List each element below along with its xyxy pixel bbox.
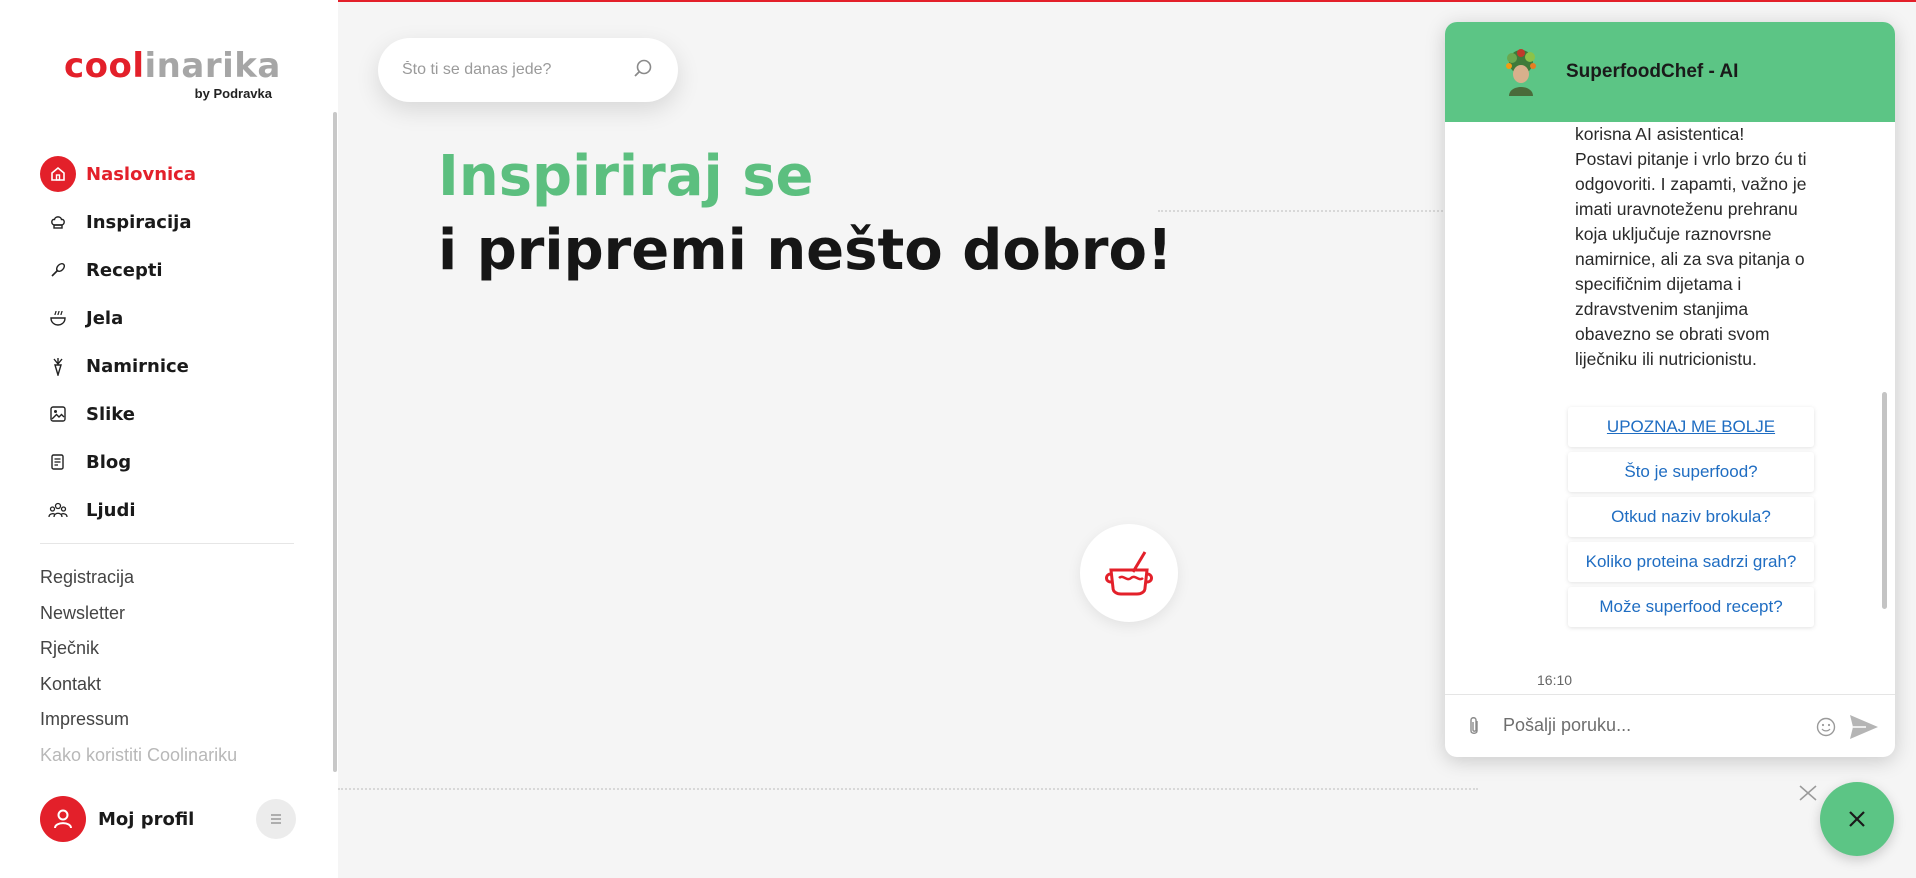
blog-icon (40, 444, 76, 480)
nav-label: Jela (86, 307, 124, 329)
quick-reply-proteini-grah[interactable]: Koliko proteina sadrzi grah? (1568, 542, 1814, 582)
message-line: obavezno se obrati svom (1575, 324, 1770, 344)
profile-label: Moj profil (98, 808, 195, 830)
sidebar: coolinarika by Podravka Naslovnica Inspi… (0, 0, 338, 878)
nav-item-ljudi[interactable]: Ljudi (40, 486, 310, 534)
bot-avatar (1500, 48, 1542, 96)
chat-messages: korisna AI asistentica! Postavi pitanje … (1445, 122, 1895, 694)
nav-item-slike[interactable]: Slike (40, 390, 310, 438)
chat-title: SuperfoodChef - AI (1566, 61, 1739, 82)
logo-wordmark-grey: inarika (144, 46, 281, 86)
secondary-links: Registracija Newsletter Rječnik Kontakt … (40, 564, 310, 777)
message-line: specifičnim dijetama i (1575, 274, 1742, 294)
nav-item-blog[interactable]: Blog (40, 438, 310, 486)
pot-loader (1080, 524, 1178, 622)
menu-toggle-button[interactable] (256, 799, 296, 839)
nav-item-namirnice[interactable]: Namirnice (40, 342, 310, 390)
close-icon (1849, 811, 1865, 827)
home-icon (40, 156, 76, 192)
link-rjecnik[interactable]: Rječnik (40, 635, 310, 671)
dish-icon (40, 300, 76, 336)
wavy-divider (338, 788, 1478, 790)
chef-hat-icon (40, 204, 76, 240)
nav-label: Recepti (86, 259, 163, 281)
logo-wordmark-red: cool (64, 46, 145, 86)
logo-wordmark: coolinarika (64, 46, 280, 86)
link-kontakt[interactable]: Kontakt (40, 671, 310, 707)
nav-item-naslovnica[interactable]: Naslovnica (40, 150, 310, 198)
nav-label: Inspiracija (86, 211, 192, 233)
vegetable-icon (40, 348, 76, 384)
send-icon[interactable] (1848, 713, 1880, 746)
quick-replies: UPOZNAJ ME BOLJE Što je superfood? Otkud… (1568, 407, 1814, 632)
whisk-icon (40, 252, 76, 288)
message-line: imati uravnoteženu prehranu (1575, 199, 1798, 219)
hamburger-icon (271, 814, 281, 824)
coolinarika-logo[interactable]: coolinarika by Podravka (64, 46, 280, 101)
message-line: odgovoriti. I zapamti, važno je (1575, 174, 1807, 194)
quick-reply-naziv-brokula[interactable]: Otkud naziv brokula? (1568, 497, 1814, 537)
message-line: koja uključuje raznovrsne (1575, 224, 1772, 244)
message-line: zdravstvenim stanjima (1575, 299, 1749, 319)
nav-label: Namirnice (86, 355, 189, 377)
cooking-pot-icon (1105, 551, 1153, 596)
nav-item-recepti[interactable]: Recepti (40, 246, 310, 294)
message-line: liječniku ili nutricionistu. (1575, 349, 1757, 369)
image-icon (40, 396, 76, 432)
message-line: korisna AI asistentica! (1575, 124, 1745, 144)
main-nav: Naslovnica Inspiracija Recepti Jela Nami… (40, 150, 310, 534)
chat-scrollbar[interactable] (1882, 392, 1887, 609)
chat-input-bar (1445, 694, 1895, 757)
nav-label: Blog (86, 451, 132, 473)
logo-subtitle: by Podravka (194, 86, 272, 101)
message-timestamp: 16:10 (1537, 672, 1573, 688)
chat-close-button[interactable] (1820, 782, 1894, 856)
link-impressum[interactable]: Impressum (40, 706, 310, 742)
emoji-icon[interactable] (1816, 717, 1836, 742)
bot-message: korisna AI asistentica! Postavi pitanje … (1575, 122, 1835, 372)
message-line: Postavi pitanje i vrlo brzo ću ti (1575, 149, 1807, 169)
hero-headline: Inspiriraj se i pripremi nešto dobro! (438, 140, 1173, 288)
nav-label: Slike (86, 403, 135, 425)
user-icon (40, 796, 86, 842)
search-box (378, 38, 678, 102)
hero-line-1: Inspiriraj se (438, 144, 814, 209)
nav-item-jela[interactable]: Jela (40, 294, 310, 342)
link-registracija[interactable]: Registracija (40, 564, 310, 600)
search-input[interactable] (402, 61, 632, 79)
sidebar-divider (40, 543, 294, 544)
link-newsletter[interactable]: Newsletter (40, 600, 310, 636)
link-kako-koristiti[interactable]: Kako koristiti Coolinariku (40, 742, 310, 778)
chat-header: SuperfoodChef - AI (1445, 22, 1895, 122)
quick-reply-superfood-recept[interactable]: Može superfood recept? (1568, 587, 1814, 627)
nav-label: Ljudi (86, 499, 136, 521)
attachment-icon[interactable] (1467, 715, 1481, 742)
nav-label: Naslovnica (86, 163, 196, 185)
search-icon[interactable] (632, 57, 654, 84)
quick-reply-upoznaj[interactable]: UPOZNAJ ME BOLJE (1568, 407, 1814, 447)
quick-reply-sto-je-superfood[interactable]: Što je superfood? (1568, 452, 1814, 492)
profile-button[interactable]: Moj profil (40, 796, 194, 842)
cutlery-icon (1796, 782, 1822, 809)
message-line: namirnice, ali za sva pitanja o (1575, 249, 1805, 269)
nav-item-inspiracija[interactable]: Inspiracija (40, 198, 310, 246)
sidebar-scrollbar[interactable] (333, 112, 337, 772)
hero-line-2: i pripremi nešto dobro! (438, 218, 1173, 283)
chat-widget: SuperfoodChef - AI korisna AI asistentic… (1445, 22, 1895, 757)
chat-message-input[interactable] (1503, 715, 1803, 736)
people-icon (40, 492, 76, 528)
